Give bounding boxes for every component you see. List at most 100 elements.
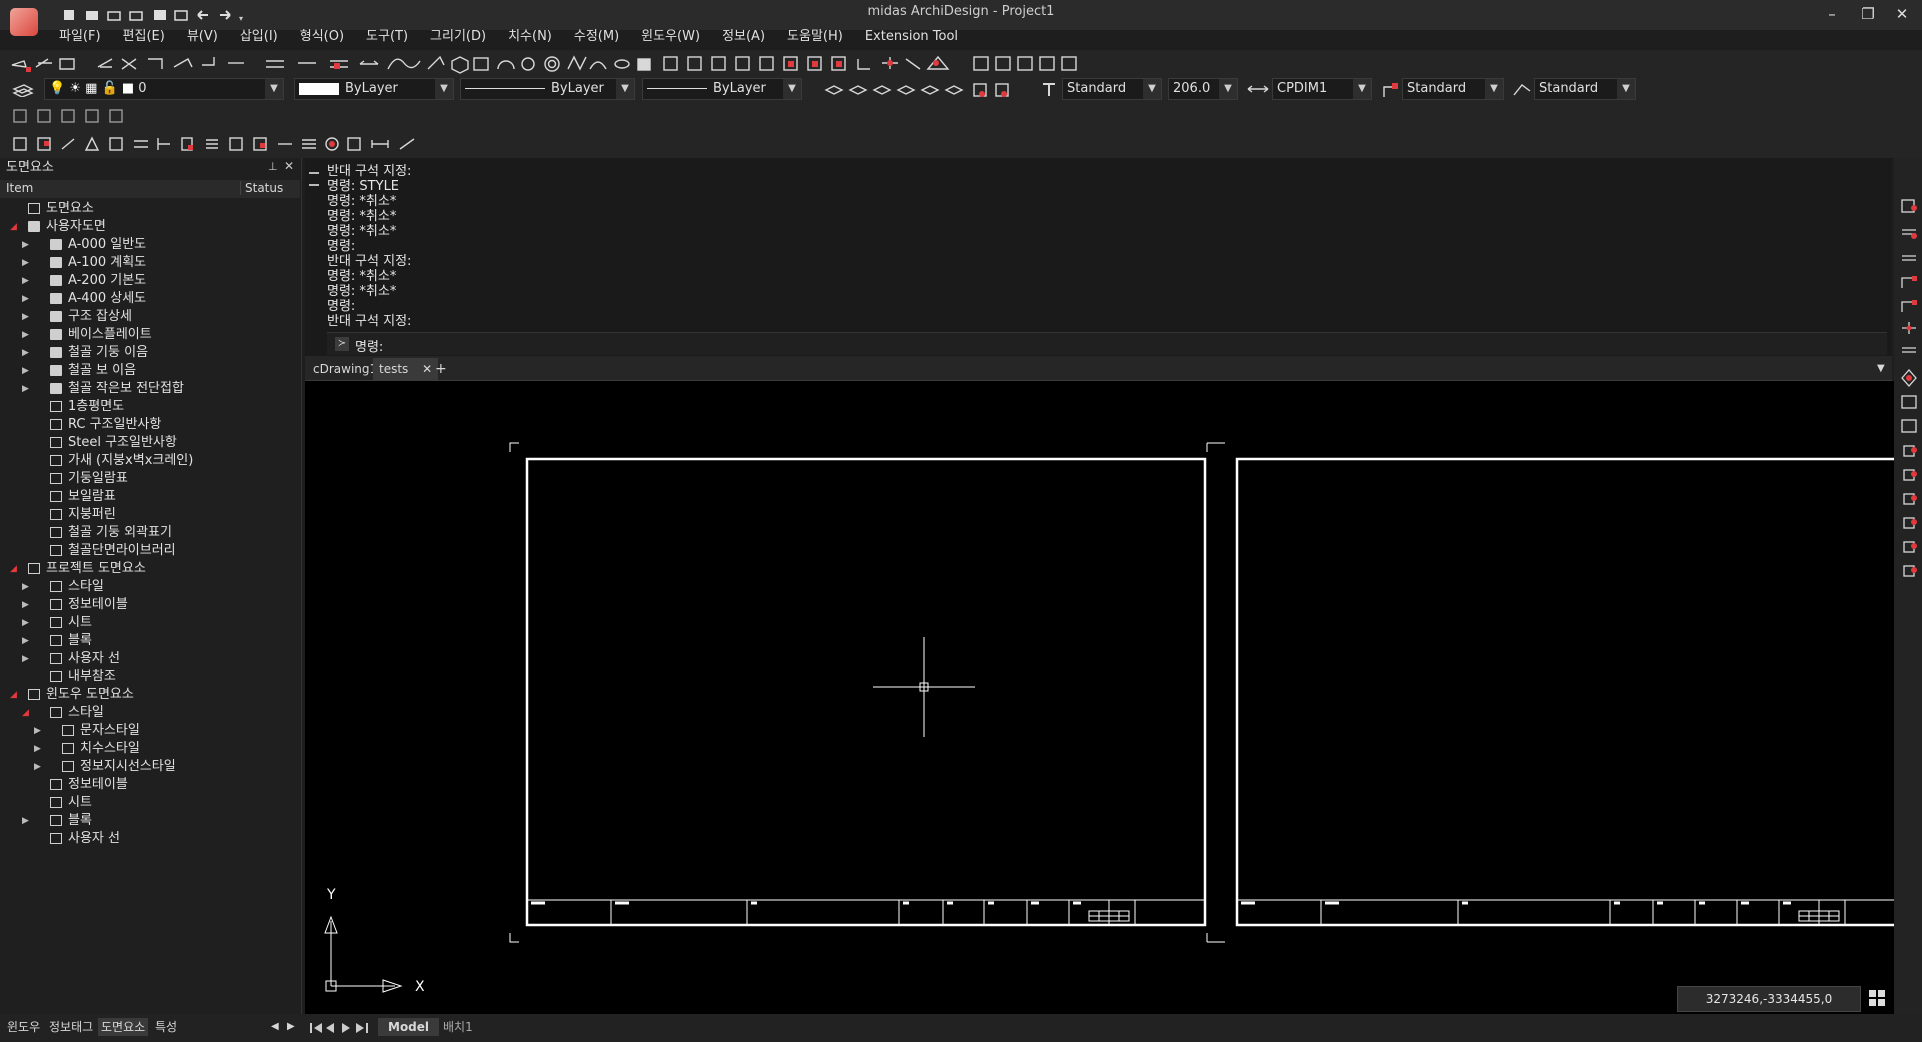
tree-item[interactable]: ▶ A-000 일반도 — [0, 236, 300, 254]
tree-item[interactable]: 가새 (지붕x벽x크레인) — [0, 452, 300, 470]
tree-item[interactable]: 도면요소 — [0, 200, 300, 218]
expand-icon[interactable]: ▶ — [22, 290, 29, 308]
minimize-button[interactable]: – — [1812, 2, 1852, 26]
text-style-select[interactable]: Standard ▼ — [1062, 78, 1162, 100]
collapse-icon[interactable]: ◢ — [10, 686, 17, 704]
tree-item[interactable]: ▶ 사용자 선 — [0, 650, 300, 668]
tab-cdrawing1[interactable]: cDrawing1 — [307, 358, 384, 380]
tab-layout1[interactable]: 배치1 — [440, 1018, 476, 1036]
scroll-left-icon[interactable]: ◀ — [268, 1018, 282, 1036]
draw-tools-icons[interactable] — [8, 53, 1098, 75]
tree-item[interactable]: 정보테이블 — [0, 776, 300, 794]
tree-item[interactable]: ▶ 철골 작은보 전단접합 — [0, 380, 300, 398]
expand-icon[interactable]: ▶ — [22, 236, 29, 254]
expand-icon[interactable]: ▶ — [22, 362, 29, 380]
menu-tools[interactable]: 도구(T) — [355, 26, 419, 48]
command-input-bar[interactable]: ≻ 명령: — [327, 332, 1887, 355]
add-tab-button[interactable]: + — [429, 358, 453, 380]
expand-icon[interactable]: ▶ — [22, 650, 29, 668]
tree-item[interactable]: ▶ 문자스타일 — [0, 722, 300, 740]
menu-edit[interactable]: 편집(E) — [112, 26, 176, 48]
tab-window[interactable]: 윈도우 — [4, 1018, 43, 1036]
expand-icon[interactable]: ▶ — [34, 740, 41, 758]
expand-icon[interactable]: ▶ — [22, 578, 29, 596]
tree-item[interactable]: ◢ 사용자도면 — [0, 218, 300, 236]
tree-item[interactable]: ▶ 스타일 — [0, 578, 300, 596]
drawing-canvas[interactable]: Y X 3273246,-3334455,0 — [305, 381, 1897, 1018]
menu-help[interactable]: 도움말(H) — [776, 26, 854, 48]
tree-item[interactable]: 보일람표 — [0, 488, 300, 506]
tree-item[interactable]: RC 구조일반사항 — [0, 416, 300, 434]
sheet-tools-icons[interactable] — [12, 107, 142, 125]
pin-icon[interactable]: ⊥ — [268, 160, 278, 173]
tree-item[interactable]: 기둥일람표 — [0, 470, 300, 488]
tree-item[interactable]: ▶ A-400 상세도 — [0, 290, 300, 308]
grid-snap-icon[interactable] — [1867, 988, 1887, 1008]
tree-item[interactable]: ▶ 블록 — [0, 632, 300, 650]
tree-item[interactable]: ▶ 치수스타일 — [0, 740, 300, 758]
linetype-select[interactable]: ByLayer ▼ — [460, 78, 635, 100]
tree-item[interactable]: ▶ 구조 잡상세 — [0, 308, 300, 326]
menu-extension-tool[interactable]: Extension Tool — [854, 26, 969, 48]
collapse-icon[interactable]: ◢ — [10, 218, 17, 236]
menu-modify[interactable]: 수정(M) — [563, 26, 630, 48]
quick-access-toolbar[interactable]: ▾ — [62, 7, 252, 23]
tab-model[interactable]: Model — [378, 1018, 440, 1036]
tab-drawing-elements[interactable]: 도면요소 — [98, 1018, 149, 1036]
menu-view[interactable]: 뷰(V) — [176, 26, 229, 48]
text-height-select[interactable]: 206.0 ▼ — [1168, 78, 1238, 100]
tree-item[interactable]: ▶ A-200 기본도 — [0, 272, 300, 290]
tree-item[interactable]: ▶ 베이스플레이트 — [0, 326, 300, 344]
scroll-right-icon[interactable]: ▶ — [284, 1018, 298, 1036]
tree-item[interactable]: ◢ 프로젝트 도면요소 — [0, 560, 300, 578]
menu-dimension[interactable]: 치수(N) — [497, 26, 563, 48]
tab-info-tag[interactable]: 정보태그 — [46, 1018, 96, 1036]
expand-icon[interactable]: ▶ — [22, 614, 29, 632]
tree-item[interactable]: ▶ 철골 기둥 이음 — [0, 344, 300, 362]
expand-icon[interactable]: ▶ — [22, 812, 29, 830]
tab-properties[interactable]: 특성 — [152, 1018, 180, 1036]
tree-item[interactable]: 사용자 선 — [0, 830, 300, 848]
tree-item[interactable]: ◢ 스타일 — [0, 704, 300, 722]
tree-item[interactable]: ▶ A-100 계획도 — [0, 254, 300, 272]
expand-icon[interactable]: ▶ — [22, 380, 29, 398]
tree-item[interactable]: 철골단면라이브러리 — [0, 542, 300, 560]
tab-list-dropdown[interactable]: ▼ — [1871, 358, 1891, 380]
menu-format[interactable]: 형식(O) — [289, 26, 355, 48]
expand-icon[interactable]: ▶ — [22, 254, 29, 272]
expand-icon[interactable]: ▶ — [22, 272, 29, 290]
tree-item[interactable]: 철골 기둥 외곽표기 — [0, 524, 300, 542]
expand-icon[interactable]: ▶ — [22, 344, 29, 362]
tree-item[interactable]: 지붕퍼린 — [0, 506, 300, 524]
column-status[interactable]: Status — [240, 181, 283, 195]
dim-style-select[interactable]: CPDIM1 ▼ — [1272, 78, 1372, 100]
menu-file[interactable]: 파일(F) — [48, 26, 112, 48]
architecture-tools-icons[interactable] — [12, 135, 452, 153]
tree-item[interactable]: ◢ 윈도우 도면요소 — [0, 686, 300, 704]
tree-item[interactable]: ▶ 정보테이블 — [0, 596, 300, 614]
layers-icon[interactable] — [12, 81, 34, 97]
layer-select[interactable]: 💡 ☀ ▦ 🔓 ■ 0 ▼ — [44, 78, 284, 100]
tree-item[interactable]: ▶ 철골 보 이음 — [0, 362, 300, 380]
tree-item[interactable]: Steel 구조일반사항 — [0, 434, 300, 452]
right-tools-icons[interactable] — [1898, 198, 1920, 658]
menu-draw[interactable]: 그리기(D) — [419, 26, 497, 48]
expand-icon[interactable]: ▶ — [22, 308, 29, 326]
column-item[interactable]: Item — [6, 181, 33, 195]
color-select[interactable]: ByLayer ▼ — [294, 78, 454, 100]
collapse-icon[interactable]: ◢ — [10, 560, 17, 578]
layout-nav-icons[interactable] — [308, 1020, 378, 1036]
expand-icon[interactable]: ▶ — [22, 632, 29, 650]
menu-info[interactable]: 정보(A) — [711, 26, 776, 48]
menu-insert[interactable]: 삽입(I) — [229, 26, 289, 48]
table-style-select[interactable]: Standard ▼ — [1534, 78, 1636, 100]
expand-icon[interactable]: ▶ — [22, 326, 29, 344]
tree-item[interactable]: 시트 — [0, 794, 300, 812]
expand-icon[interactable]: ▶ — [34, 758, 41, 776]
tree-item[interactable]: ▶ 정보지시선스타일 — [0, 758, 300, 776]
layer-tools-icons[interactable] — [822, 80, 1032, 98]
tree-item[interactable]: ▶ 시트 — [0, 614, 300, 632]
tree-item[interactable]: 내부참조 — [0, 668, 300, 686]
menu-icon[interactable] — [309, 172, 319, 186]
close-button[interactable]: ✕ — [1882, 2, 1922, 26]
